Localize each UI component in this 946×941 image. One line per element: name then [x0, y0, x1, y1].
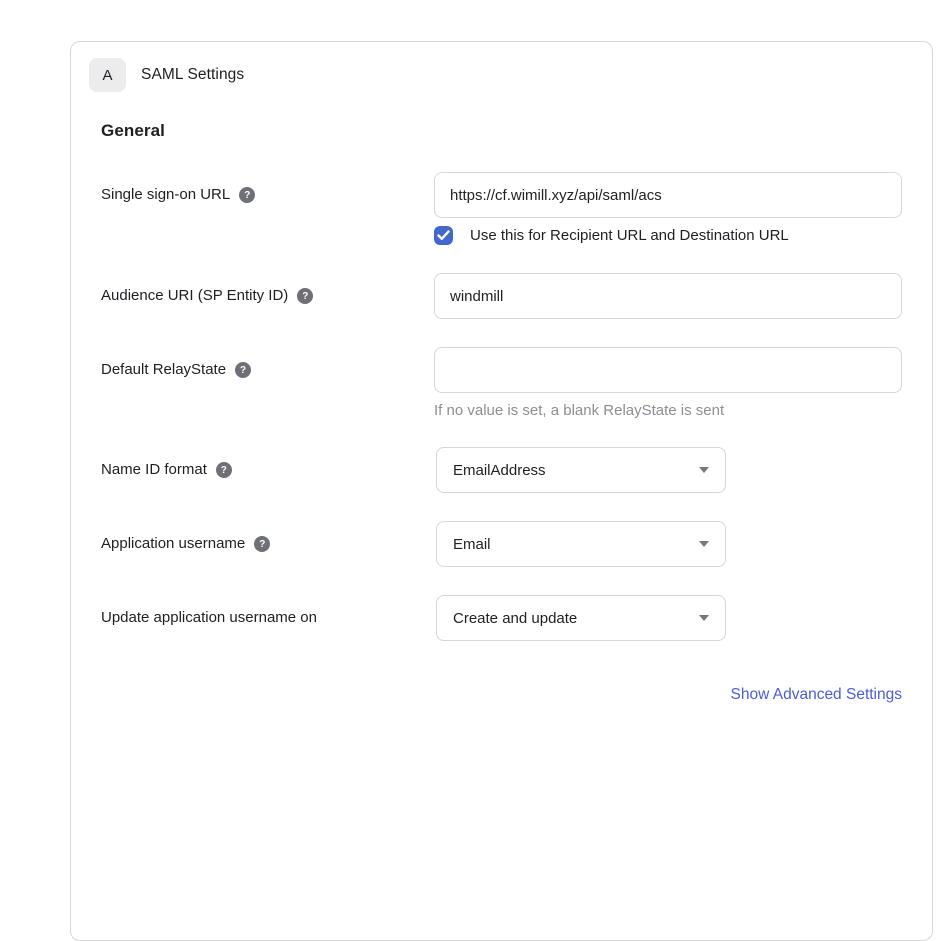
app-username-label: Application username ?	[101, 521, 436, 567]
name-id-format-select[interactable]: EmailAddress	[436, 447, 726, 493]
audience-uri-label: Audience URI (SP Entity ID) ?	[101, 273, 434, 319]
relaystate-label-text: Default RelayState	[101, 360, 226, 380]
saml-settings-form: Single sign-on URL ? Use this for Recipi…	[71, 172, 932, 641]
sso-url-input[interactable]	[434, 172, 902, 218]
use-this-checkbox[interactable]	[434, 226, 453, 245]
update-app-username-control: Create and update	[436, 595, 902, 641]
name-id-format-row: Name ID format ? EmailAddress	[101, 447, 902, 493]
audience-uri-label-text: Audience URI (SP Entity ID)	[101, 286, 288, 306]
audience-uri-row: Audience URI (SP Entity ID) ?	[101, 273, 902, 319]
app-username-select[interactable]: Email	[436, 521, 726, 567]
audience-uri-control	[434, 273, 902, 319]
app-username-control: Email	[436, 521, 902, 567]
card-title: SAML Settings	[141, 66, 244, 84]
update-app-username-selected-value: Create and update	[453, 610, 577, 627]
general-section-heading: General	[101, 121, 902, 141]
checkmark-icon	[437, 230, 450, 241]
relaystate-row: Default RelayState ? If no value is set,…	[101, 347, 902, 419]
caret-down-icon	[699, 615, 709, 621]
use-this-checkbox-label: Use this for Recipient URL and Destinati…	[470, 227, 789, 244]
app-username-row: Application username ? Email	[101, 521, 902, 567]
relaystate-control: If no value is set, a blank RelayState i…	[434, 347, 902, 419]
caret-down-icon	[699, 467, 709, 473]
advanced-settings-row: Show Advanced Settings	[71, 669, 932, 704]
name-id-format-selected-value: EmailAddress	[453, 462, 546, 479]
help-icon[interactable]: ?	[216, 462, 232, 478]
app-username-selected-value: Email	[453, 536, 491, 553]
show-advanced-settings-link[interactable]: Show Advanced Settings	[731, 686, 902, 703]
name-id-format-control: EmailAddress	[436, 447, 902, 493]
saml-settings-card: A SAML Settings General Single sign-on U…	[70, 41, 933, 941]
section-badge: A	[89, 58, 126, 92]
relaystate-label: Default RelayState ?	[101, 347, 434, 419]
update-app-username-label-text: Update application username on	[101, 608, 317, 628]
sso-url-label-text: Single sign-on URL	[101, 185, 230, 205]
relaystate-input[interactable]	[434, 347, 902, 393]
update-app-username-select[interactable]: Create and update	[436, 595, 726, 641]
name-id-format-label-text: Name ID format	[101, 460, 207, 480]
update-app-username-row: Update application username on Create an…	[101, 595, 902, 641]
sso-checkbox-row: Use this for Recipient URL and Destinati…	[434, 226, 902, 245]
name-id-format-label: Name ID format ?	[101, 447, 436, 493]
help-icon[interactable]: ?	[297, 288, 313, 304]
card-header: A SAML Settings	[71, 42, 932, 92]
sso-url-control: Use this for Recipient URL and Destinati…	[434, 172, 902, 245]
caret-down-icon	[699, 541, 709, 547]
help-icon[interactable]: ?	[235, 362, 251, 378]
help-icon[interactable]: ?	[239, 187, 255, 203]
audience-uri-input[interactable]	[434, 273, 902, 319]
sso-url-label: Single sign-on URL ?	[101, 172, 434, 245]
update-app-username-label: Update application username on	[101, 595, 436, 641]
relaystate-helper-text: If no value is set, a blank RelayState i…	[434, 402, 902, 419]
sso-url-row: Single sign-on URL ? Use this for Recipi…	[101, 172, 902, 245]
help-icon[interactable]: ?	[254, 536, 270, 552]
app-username-label-text: Application username	[101, 534, 245, 554]
